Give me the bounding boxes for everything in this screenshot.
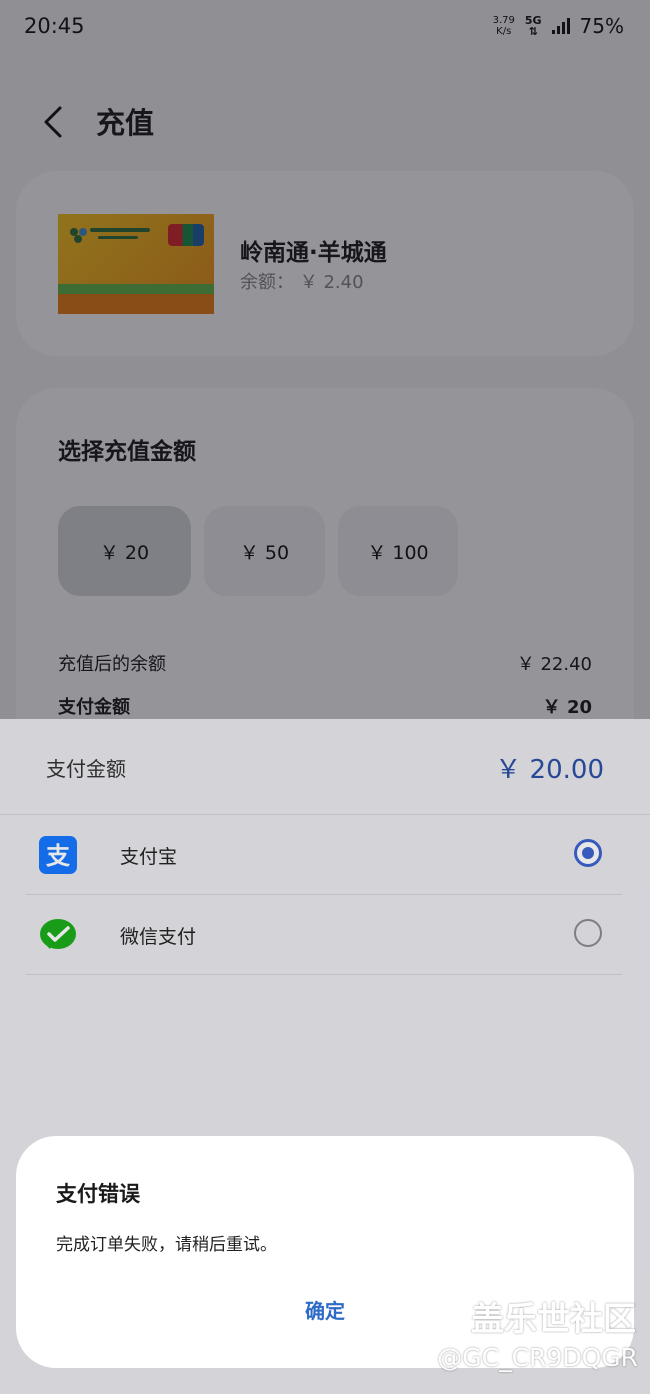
dialog-message: 完成订单失败，请稍后重试。 — [56, 1235, 277, 1255]
dialog-title: 支付错误 — [56, 1182, 140, 1206]
watermark-handle: @GC_CR9DQGR — [437, 1343, 638, 1372]
watermark-title: 盖乐世社区 — [471, 1299, 636, 1338]
